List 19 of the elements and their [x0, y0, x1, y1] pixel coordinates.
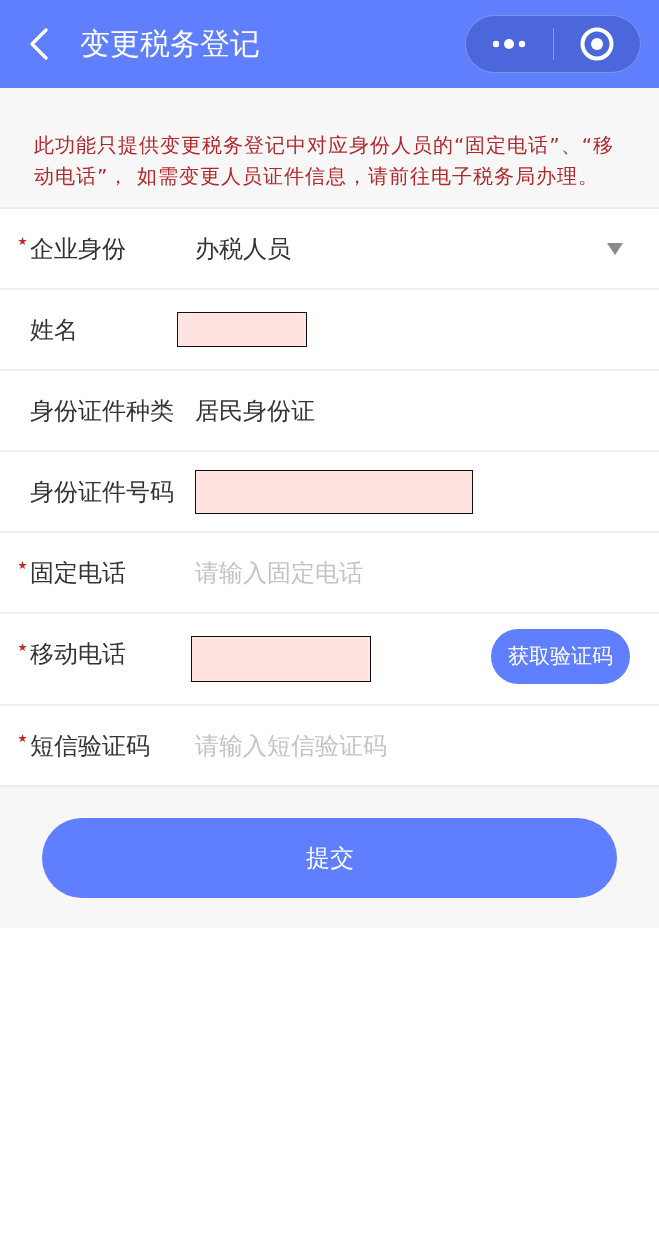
field-label: 企业身份 [30, 233, 126, 265]
field-label: 固定电话 [30, 557, 126, 589]
field-label: 身份证件号码 [30, 476, 174, 508]
circle-dot-icon[interactable] [579, 27, 614, 61]
more-icon[interactable] [492, 38, 527, 50]
field-value: 居民身份证 [195, 395, 315, 427]
caret-down-icon [607, 242, 623, 255]
field-label: 移动电话 [30, 639, 126, 670]
notice-text: 此功能只提供变更税务登记中对应身份人员的“固定电话”、“移动电话”， 如需变更人员证件信息，请前往电子税务局办理。 [34, 132, 616, 190]
input-field[interactable]: 请输入固定电话 [195, 552, 629, 593]
page-title: 变更税务登记 [80, 24, 260, 63]
get-code-button[interactable]: 获取验证码 [491, 628, 630, 684]
select-field[interactable]: 办税人员 [195, 232, 629, 265]
submit-button[interactable]: 提交 [42, 817, 617, 898]
field-label: 身份证件种类 [30, 395, 174, 427]
field-label: 短信验证码 [30, 730, 150, 762]
input-field[interactable]: 请输入短信验证码 [195, 725, 629, 766]
field-label: 姓名 [30, 314, 78, 346]
back-icon[interactable] [28, 28, 50, 60]
